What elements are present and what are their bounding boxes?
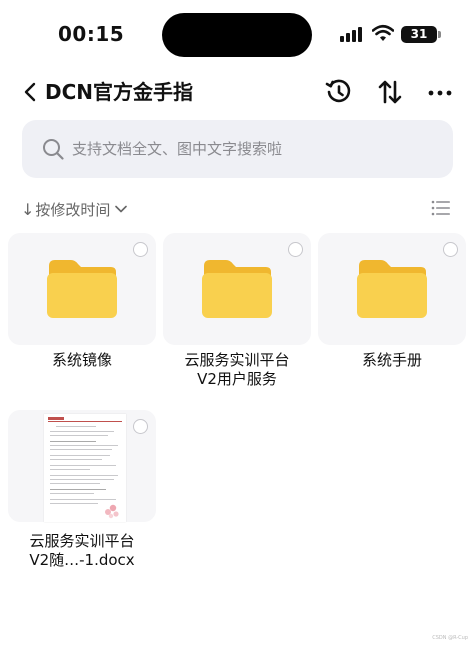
- item-name: 云服务实训平台 V2用户服务: [184, 351, 290, 388]
- battery-level: 31: [401, 26, 437, 43]
- cellular-signal-icon: [340, 26, 364, 42]
- folder-icon: [357, 260, 427, 318]
- nav-bar: DCN官方金手指: [0, 70, 474, 114]
- search-icon: [43, 139, 64, 160]
- document-preview: [44, 414, 126, 522]
- page-title: DCN官方金手指: [45, 80, 194, 104]
- status-bar: 00:15 31: [0, 0, 474, 70]
- more-icon[interactable]: [424, 76, 456, 108]
- folder-icon: [202, 260, 272, 318]
- history-icon[interactable]: [323, 76, 355, 108]
- item-name: 系统镜像: [51, 351, 112, 369]
- folder-thumbnail[interactable]: [8, 233, 156, 345]
- select-checkbox[interactable]: [133, 419, 148, 434]
- sort-direction-icon: ↓: [21, 199, 35, 219]
- folder-thumbnail[interactable]: [318, 233, 466, 345]
- folder-icon: [47, 260, 117, 318]
- sort-swap-icon[interactable]: [374, 76, 406, 108]
- chevron-down-icon: [115, 205, 128, 213]
- status-time: 00:15: [58, 22, 125, 46]
- item-name: 云服务实训平台 V2随…-1.docx: [29, 532, 135, 569]
- select-checkbox[interactable]: [288, 242, 303, 257]
- flower-decoration: [105, 504, 119, 519]
- search-bar[interactable]: [22, 120, 453, 178]
- sort-label: 按修改时间: [35, 200, 111, 219]
- sort-dropdown[interactable]: ↓ 按修改时间: [21, 198, 128, 220]
- item-name: 系统手册: [361, 351, 422, 369]
- wifi-icon: [372, 24, 394, 41]
- search-input[interactable]: [72, 120, 442, 178]
- back-icon[interactable]: [20, 78, 42, 106]
- list-view-icon[interactable]: [431, 199, 450, 217]
- document-thumbnail[interactable]: [8, 410, 156, 522]
- battery-cap: [438, 31, 441, 38]
- dynamic-island: [162, 13, 312, 57]
- select-checkbox[interactable]: [443, 242, 458, 257]
- folder-thumbnail[interactable]: [163, 233, 311, 345]
- select-checkbox[interactable]: [133, 242, 148, 257]
- watermark: CSDN @R-Cup: [432, 635, 468, 641]
